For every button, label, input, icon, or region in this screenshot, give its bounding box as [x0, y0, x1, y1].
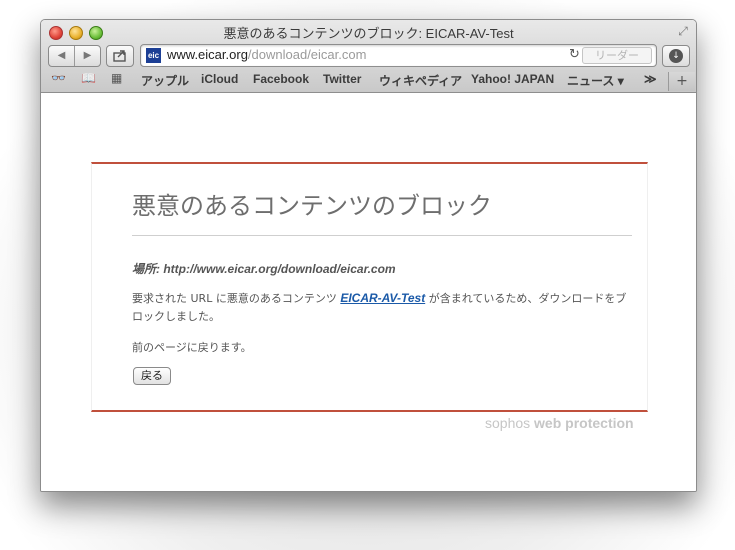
forward-arrow-icon[interactable]: ▶	[75, 46, 100, 66]
browser-toolbar: 悪意のあるコンテンツのブロック: EICAR-AV-Test ⤢ ◀ ▶ eic…	[41, 20, 696, 93]
back-arrow-icon[interactable]: ◀	[49, 46, 75, 66]
top-sites-grid-icon[interactable]: ▦	[111, 71, 122, 85]
window-title: 悪意のあるコンテンツのブロック: EICAR-AV-Test	[223, 26, 514, 41]
url-host: www.eicar.org	[167, 47, 248, 62]
brand-bold: web protection	[534, 415, 634, 431]
fullscreen-icon[interactable]: ⤢	[676, 24, 690, 38]
brand-light: sophos	[485, 415, 535, 431]
back-button[interactable]: 戻る	[133, 367, 171, 385]
message-intro: 要求された URL に悪意のあるコンテンツ	[132, 292, 341, 305]
bookmarks-overflow-icon[interactable]: ≫	[644, 72, 657, 86]
new-tab-button[interactable]: +	[668, 72, 695, 91]
bookmark-apple[interactable]: アップル	[141, 72, 189, 89]
reader-button[interactable]: リーダー	[582, 47, 652, 64]
site-favicon: eic	[146, 48, 161, 63]
nav-buttons: ◀ ▶	[48, 45, 101, 67]
browser-window: 悪意のあるコンテンツのブロック: EICAR-AV-Test ⤢ ◀ ▶ eic…	[40, 19, 697, 492]
bookmark-wikipedia[interactable]: ウィキペディア	[379, 72, 462, 89]
block-notice-card: 悪意のあるコンテンツのブロック 場所: http://www.eicar.org…	[91, 162, 648, 412]
block-message: 要求された URL に悪意のあるコンテンツ EICAR-AV-Test が含まれ…	[132, 289, 637, 326]
page-title: 悪意のあるコンテンツのブロック	[132, 192, 492, 220]
bookmark-news-menu[interactable]: ニュース ▾	[567, 72, 624, 89]
address-bar[interactable]: eic www.eicar.org/download/eicar.com ↻ リ…	[140, 44, 657, 67]
download-icon: ↓	[669, 49, 683, 63]
bookmark-facebook[interactable]: Facebook	[253, 72, 309, 86]
page-content: 悪意のあるコンテンツのブロック 場所: http://www.eicar.org…	[41, 93, 696, 491]
threat-name-link[interactable]: EICAR-AV-Test	[340, 291, 425, 305]
bookmark-icloud[interactable]: iCloud	[201, 72, 238, 86]
reload-icon[interactable]: ↻	[569, 47, 580, 62]
back-instruction: 前のページに戻ります。	[132, 341, 252, 354]
share-icon	[113, 50, 126, 62]
blocked-location: 場所: http://www.eicar.org/download/eicar.…	[132, 262, 396, 276]
sophos-brand: sophos web protection	[485, 415, 634, 431]
bookmarks-bar: 👓 📖 ▦ アップル iCloud Facebook Twitter ウィキペデ…	[41, 69, 696, 89]
share-button[interactable]	[106, 45, 134, 67]
url-path: /download/eicar.com	[247, 47, 367, 62]
divider	[132, 235, 632, 236]
bookmark-yahoo-japan[interactable]: Yahoo! JAPAN	[471, 72, 554, 86]
reading-list-icon[interactable]: 👓	[51, 71, 66, 85]
bookmarks-book-icon[interactable]: 📖	[81, 71, 96, 85]
url-text[interactable]: www.eicar.org/download/eicar.com	[167, 47, 366, 62]
bookmark-twitter[interactable]: Twitter	[323, 72, 361, 86]
downloads-button[interactable]: ↓	[662, 45, 690, 67]
